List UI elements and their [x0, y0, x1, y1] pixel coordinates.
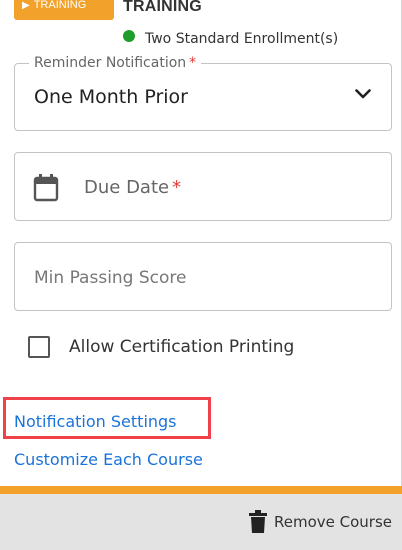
min-passing-score-placeholder: Min Passing Score [34, 268, 187, 288]
play-icon: ▶ [22, 0, 30, 11]
min-passing-score-input[interactable]: Min Passing Score [14, 242, 392, 311]
due-date-placeholder: Due Date * [84, 177, 182, 198]
enrollment-panel: ▶ TRAINING TRAINING Two Standard Enrollm… [0, 0, 402, 550]
required-mark: * [172, 177, 182, 198]
due-date-field[interactable]: Due Date * [14, 152, 392, 221]
accent-divider [0, 486, 402, 494]
course-type-label: TRAINING [33, 0, 87, 11]
calendar-icon[interactable] [33, 174, 59, 202]
allow-certification-checkbox[interactable] [28, 336, 50, 358]
reminder-notification-value: One Month Prior [34, 86, 188, 108]
allow-certification-label[interactable]: Allow Certification Printing [69, 337, 294, 357]
course-title: TRAINING [123, 0, 202, 15]
trash-icon [248, 510, 267, 533]
chevron-down-icon[interactable] [355, 89, 371, 99]
customize-each-course-link[interactable]: Customize Each Course [14, 450, 203, 469]
course-type-tag[interactable]: ▶ TRAINING [14, 0, 114, 20]
notification-settings-link[interactable]: Notification Settings [14, 412, 177, 431]
status-dot-icon [123, 30, 135, 42]
reminder-notification-select[interactable]: Reminder Notification * One Month Prior [14, 55, 392, 131]
panel-footer: Remove Course [0, 494, 402, 550]
remove-course-label: Remove Course [273, 513, 392, 531]
required-mark: * [189, 55, 197, 71]
remove-course-button[interactable]: Remove Course [248, 510, 392, 534]
reminder-notification-label: Reminder Notification * [29, 55, 202, 71]
enrollment-count: Two Standard Enrollment(s) [145, 31, 339, 47]
